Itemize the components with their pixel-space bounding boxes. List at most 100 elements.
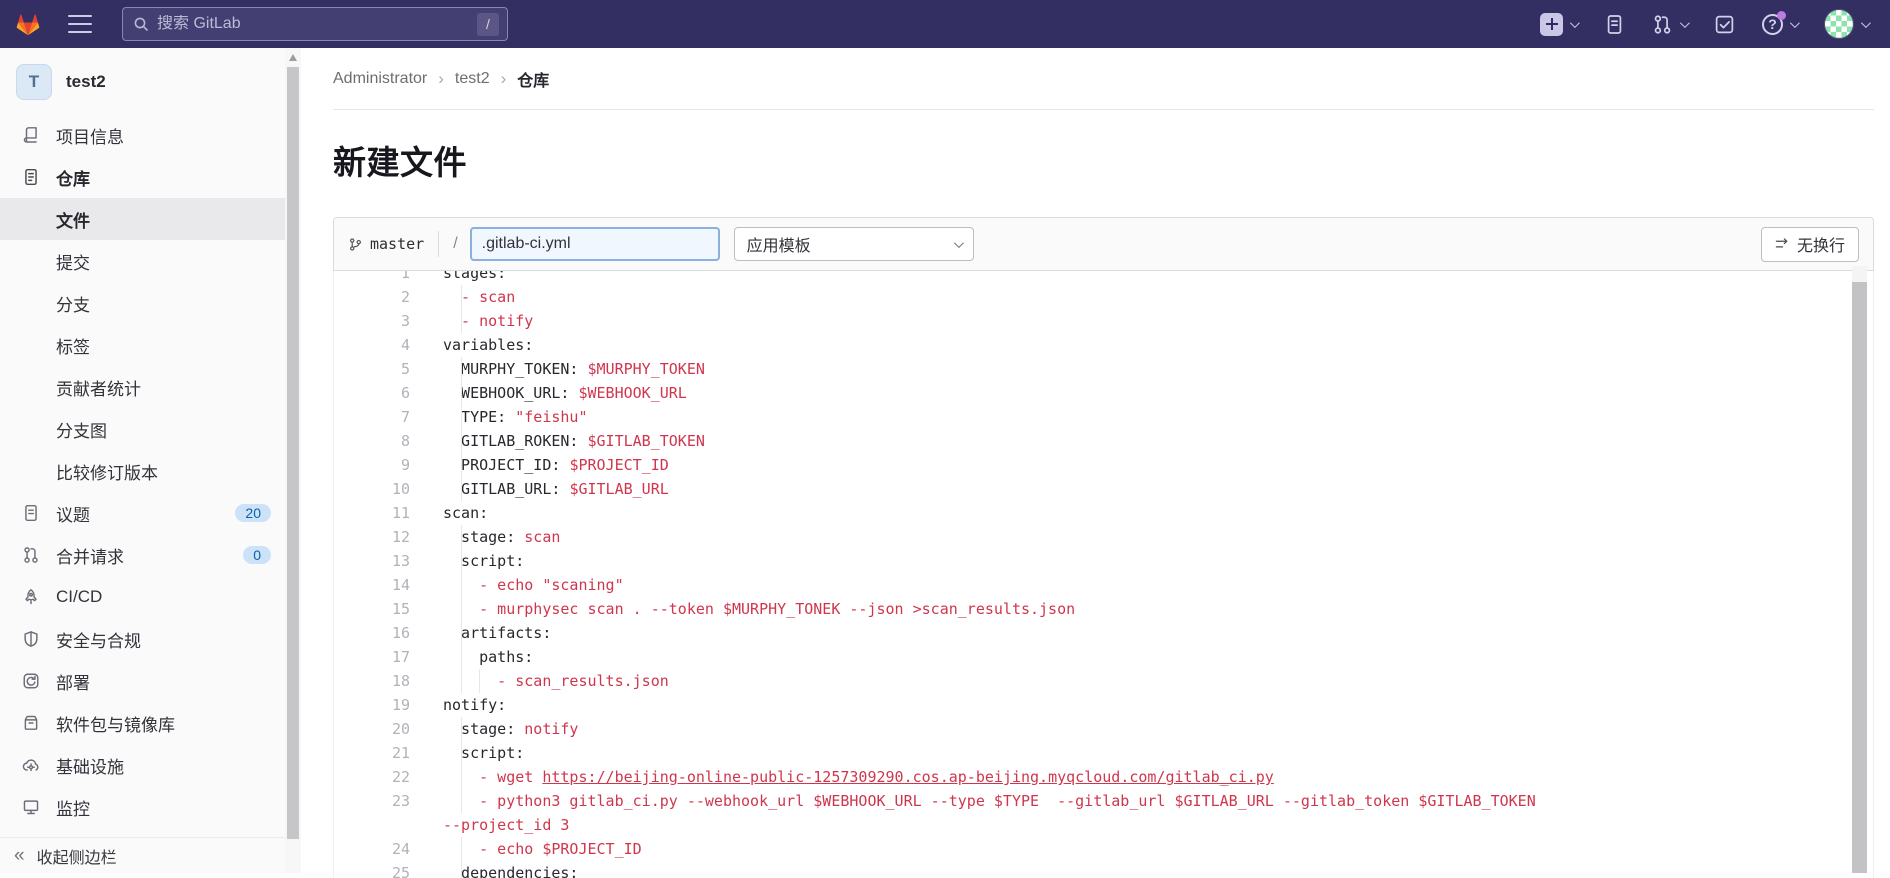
soft-wrap-icon — [1775, 237, 1790, 252]
sidebar-item-graph[interactable]: 分支图 — [0, 408, 285, 450]
branch-selector[interactable]: master — [348, 235, 424, 253]
indent-guide — [461, 765, 462, 789]
breadcrumb-separator: › — [501, 69, 507, 89]
breadcrumb-project[interactable]: test2 — [455, 70, 490, 88]
editor-line: 16 artifacts: — [334, 621, 1873, 645]
line-code: notify: — [410, 693, 1873, 717]
editor-line: 11 scan: — [334, 501, 1873, 525]
sidebar-item-files[interactable]: 文件 — [0, 198, 285, 240]
sidebar-item-project-info[interactable]: 项目信息 — [0, 114, 285, 156]
merge-requests-button[interactable] — [1652, 14, 1687, 35]
editor-line: 14 - echo "scaning" — [334, 573, 1873, 597]
sidebar-item-infrastructure[interactable]: 基础设施 — [0, 744, 285, 786]
sidebar-item-security[interactable]: 安全与合规 — [0, 618, 285, 660]
monitor-icon — [22, 798, 40, 816]
line-code: - echo "scaning" — [410, 573, 1873, 597]
sidebar-item-repository[interactable]: 仓库 — [0, 156, 285, 198]
editor-line: 25 dependencies: — [334, 861, 1873, 878]
chevron-down-icon — [1680, 18, 1690, 28]
editor-scrollbar-track[interactable] — [1852, 266, 1867, 282]
help-menu-button[interactable]: ? — [1762, 14, 1797, 35]
editor-line: 21 script: — [334, 741, 1873, 765]
line-number: 19 — [334, 693, 410, 717]
indent-guide — [461, 861, 462, 878]
merge-requests-icon — [22, 546, 40, 564]
search-input[interactable] — [157, 15, 477, 33]
new-file-toolbar: master / 应用模板 无换行 — [333, 217, 1874, 271]
breadcrumb-administrator[interactable]: Administrator — [333, 70, 427, 88]
todo-check-icon — [1714, 14, 1735, 35]
new-menu-button[interactable] — [1540, 13, 1577, 36]
sidebar-item-branches[interactable]: 分支 — [0, 282, 285, 324]
line-number: 23 — [334, 789, 410, 813]
line-number: 25 — [334, 861, 410, 878]
indent-guide — [461, 453, 462, 477]
page-title: 新建文件 — [333, 136, 1874, 184]
main-content: Administrator › test2 › 仓库 新建文件 master /… — [301, 48, 1890, 873]
line-code: TYPE: "feishu" — [410, 405, 1873, 429]
sidebar-item-cicd[interactable]: CI/CD — [0, 576, 285, 618]
line-number: 24 — [334, 837, 410, 861]
indent-guide — [461, 381, 462, 405]
sidebar-item-deployments[interactable]: 部署 — [0, 660, 285, 702]
editor-line: 18 - scan_results.json — [334, 669, 1873, 693]
editor-line: 15 - murphysec scan . --token $MURPHY_TO… — [334, 597, 1873, 621]
indent-guide — [461, 429, 462, 453]
line-number: 18 — [334, 669, 410, 693]
sidebar-item-tags[interactable]: 标签 — [0, 324, 285, 366]
security-icon — [22, 630, 40, 648]
line-number: 12 — [334, 525, 410, 549]
collapse-sidebar-button[interactable]: « 收起侧边栏 — [0, 837, 285, 873]
template-dropdown[interactable]: 应用模板 — [734, 227, 974, 261]
line-number: 17 — [334, 645, 410, 669]
user-menu-button[interactable] — [1824, 9, 1868, 39]
line-code: - scan_results.json — [410, 669, 1873, 693]
line-number: 11 — [334, 501, 410, 525]
sidebar-item-issues[interactable]: 议题 20 — [0, 492, 285, 534]
sidebar-item-monitor[interactable]: 监控 — [0, 786, 285, 828]
breadcrumb-current: 仓库 — [517, 67, 549, 91]
project-context[interactable]: T test2 — [0, 48, 285, 114]
line-code: GITLAB_ROKEN: $GITLAB_TOKEN — [410, 429, 1873, 453]
indent-guide — [461, 741, 462, 765]
collapse-icon: « — [14, 845, 25, 867]
sidebar-item-compare[interactable]: 比较修订版本 — [0, 450, 285, 492]
line-number: 2 — [334, 285, 410, 309]
path-separator: / — [453, 235, 457, 253]
line-number: 6 — [334, 381, 410, 405]
sidebar-nav: 项目信息 仓库 文件 提交 分支 标签 贡献者统计 分支图 比较修订版本 议题 … — [0, 114, 285, 870]
project-name: test2 — [66, 72, 106, 92]
editor-line: 23 - python3 gitlab_ci.py --webhook_url … — [334, 789, 1873, 813]
line-code: MURPHY_TOKEN: $MURPHY_TOKEN — [410, 357, 1873, 381]
editor-scrollbar-thumb[interactable] — [1852, 282, 1867, 873]
editor-line: 8 GITLAB_ROKEN: $GITLAB_TOKEN — [334, 429, 1873, 453]
indent-guide — [461, 669, 462, 693]
sidebar-scrollbar[interactable] — [285, 48, 301, 873]
filename-input[interactable] — [470, 227, 720, 261]
search-icon — [133, 16, 149, 32]
scroll-up-arrow-icon[interactable] — [289, 54, 297, 61]
line-number: 9 — [334, 453, 410, 477]
indent-guide — [461, 597, 462, 621]
no-wrap-button[interactable]: 无换行 — [1761, 227, 1859, 262]
editor-line: 9 PROJECT_ID: $PROJECT_ID — [334, 453, 1873, 477]
line-number: 14 — [334, 573, 410, 597]
menu-icon[interactable] — [68, 15, 92, 33]
line-code: - notify — [410, 309, 1873, 333]
scrollbar-thumb[interactable] — [287, 67, 299, 839]
todos-button[interactable] — [1714, 14, 1735, 35]
line-number: 15 — [334, 597, 410, 621]
issues-button[interactable] — [1604, 14, 1625, 35]
line-code: paths: — [410, 645, 1873, 669]
sidebar-item-merge-requests[interactable]: 合并请求 0 — [0, 534, 285, 576]
sidebar-item-packages[interactable]: 软件包与镜像库 — [0, 702, 285, 744]
code-editor[interactable]: 1 stages: 2 - scan 3 - notify 4 variable… — [333, 271, 1874, 878]
line-code: stage: scan — [410, 525, 1873, 549]
gitlab-logo[interactable] — [12, 9, 44, 39]
line-code: script: — [410, 549, 1873, 573]
collapse-label: 收起侧边栏 — [37, 844, 117, 868]
sidebar-item-commits[interactable]: 提交 — [0, 240, 285, 282]
sidebar-item-contributors[interactable]: 贡献者统计 — [0, 366, 285, 408]
line-number: 21 — [334, 741, 410, 765]
global-search[interactable]: / — [122, 7, 508, 41]
